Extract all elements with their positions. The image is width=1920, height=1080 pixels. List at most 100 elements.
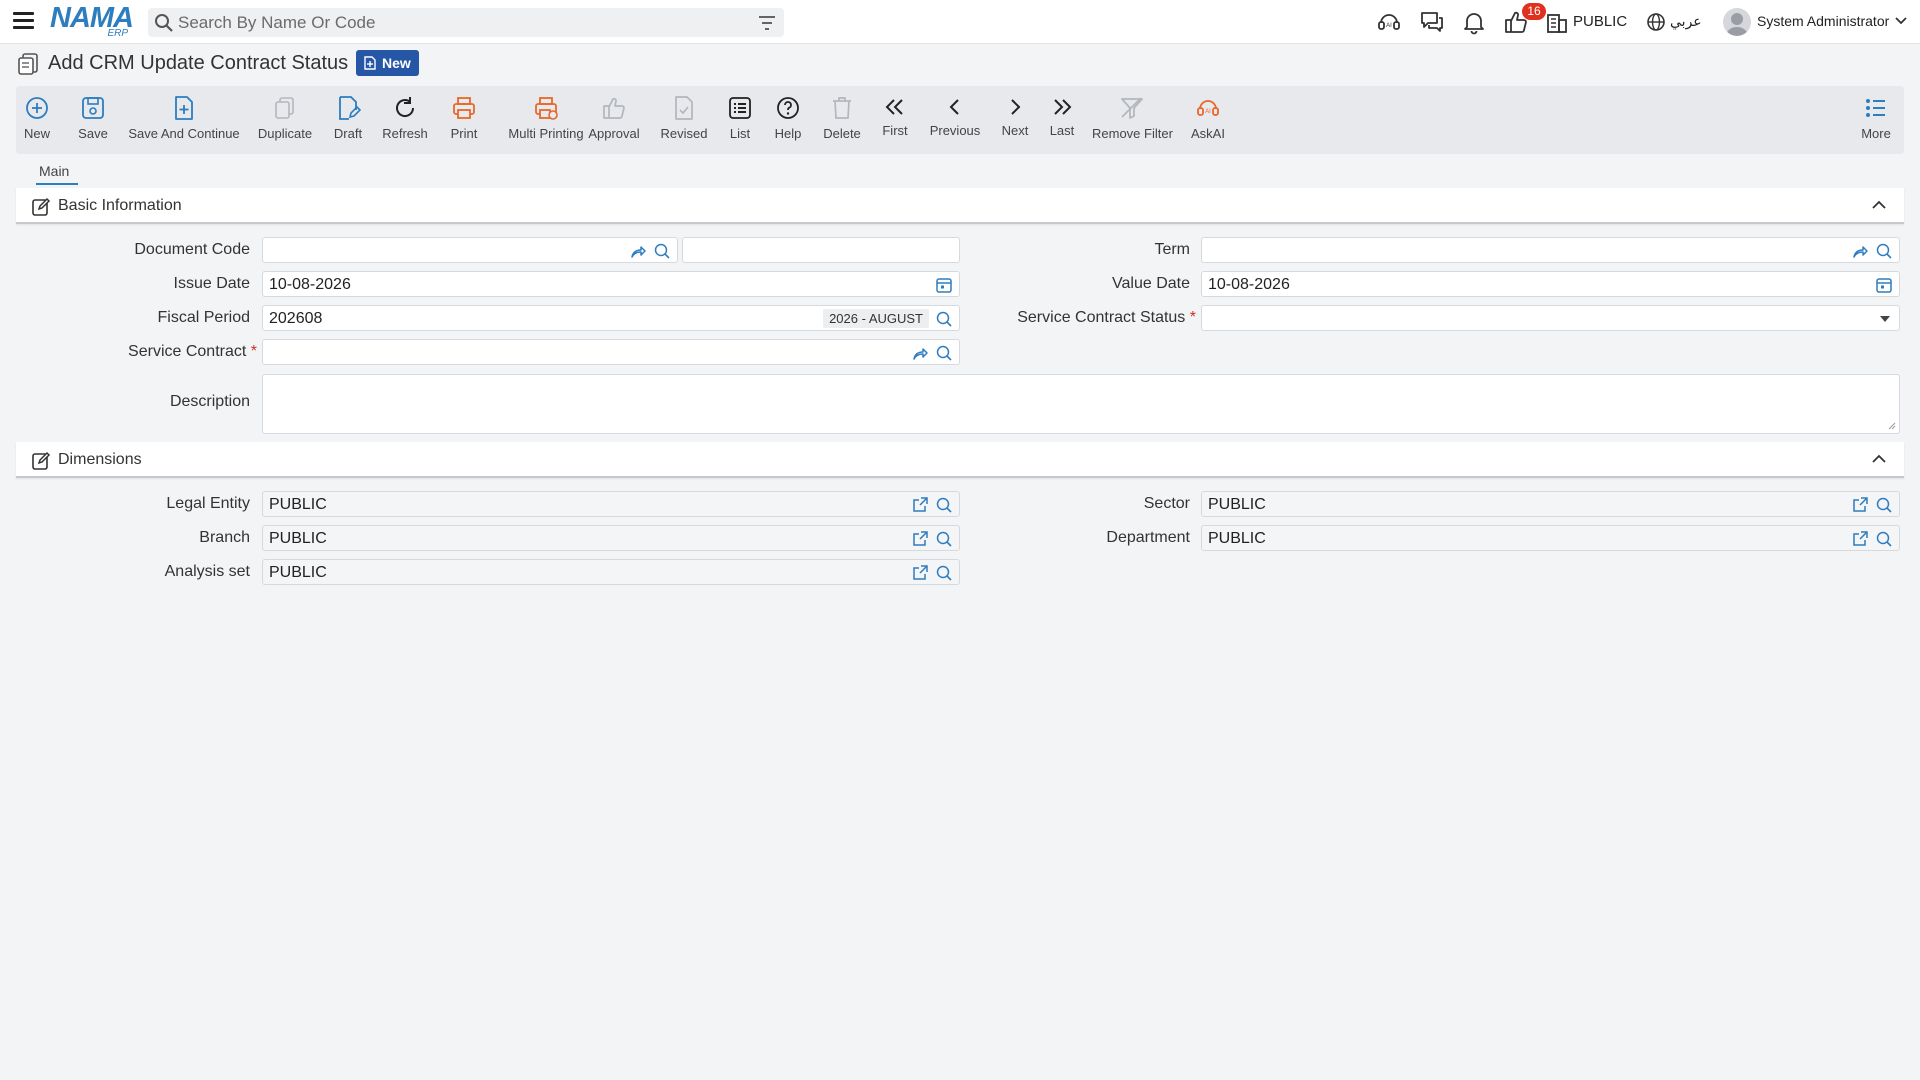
analysis-set-field[interactable]: PUBLIC	[262, 559, 960, 585]
lookup-search-icon[interactable]	[1875, 530, 1893, 548]
help-label: Help	[774, 126, 802, 141]
refresh-button[interactable]: Refresh	[380, 86, 430, 154]
issue-date-value: 10-08-2026	[269, 276, 351, 293]
service-contract-field[interactable]	[262, 339, 960, 365]
ai-assistant-icon[interactable]: AI	[1376, 9, 1402, 35]
status-badge: New	[356, 50, 419, 76]
external-link-icon[interactable]	[911, 496, 929, 514]
issue-date-field[interactable]: 10-08-2026	[262, 271, 960, 297]
revised-button[interactable]: Revised	[658, 86, 710, 154]
service-contract-status-select[interactable]	[1201, 305, 1900, 331]
issue-date-label: Issue Date	[173, 275, 250, 292]
legal-entity-field[interactable]: PUBLIC	[262, 491, 960, 517]
branch-field[interactable]: PUBLIC	[262, 525, 960, 551]
chevron-up-icon[interactable]	[1872, 454, 1886, 464]
lookup-search-icon[interactable]	[935, 496, 953, 514]
document-code-label: Document Code	[134, 241, 250, 258]
delete-button[interactable]: Delete	[820, 86, 864, 154]
more-button[interactable]: More	[1858, 86, 1894, 154]
analysis-set-value: PUBLIC	[269, 564, 327, 581]
save-button[interactable]: Save	[76, 86, 110, 154]
previous-button[interactable]: Previous	[926, 86, 984, 154]
hamburger-menu-icon[interactable]	[13, 12, 34, 30]
chevron-up-icon[interactable]	[1872, 200, 1886, 210]
service-contract-status-label-text: Service Contract Status	[1017, 309, 1186, 326]
share-arrow-icon[interactable]	[911, 344, 929, 362]
lookup-search-icon[interactable]	[935, 310, 953, 328]
tab-main[interactable]: Main	[39, 163, 69, 179]
description-textarea[interactable]	[262, 374, 1900, 434]
first-button[interactable]: First	[878, 86, 912, 154]
sector-label: Sector	[1143, 495, 1190, 512]
next-button[interactable]: Next	[998, 86, 1032, 154]
service-contract-status-label: Service Contract Status *	[960, 309, 1196, 327]
new-button[interactable]: New	[22, 86, 52, 154]
chevron-left-icon	[949, 99, 959, 115]
print-button[interactable]: Print	[446, 86, 482, 154]
help-button[interactable]: Help	[772, 86, 804, 154]
term-field[interactable]	[1201, 237, 1900, 263]
share-arrow-icon[interactable]	[1851, 242, 1869, 260]
document-edit-icon	[18, 53, 38, 75]
globe-icon[interactable]	[1646, 9, 1666, 35]
multi-printing-button[interactable]: Multi Printing	[494, 86, 598, 154]
askai-button[interactable]: AI AskAI	[1188, 86, 1228, 154]
page-title: Add CRM Update Contract Status	[48, 52, 349, 74]
building-icon[interactable]	[1546, 9, 1568, 35]
remove-filter-button[interactable]: Remove Filter	[1092, 86, 1173, 154]
lookup-search-icon[interactable]	[653, 242, 671, 260]
nama-erp-logo[interactable]: NAMA ERP	[50, 4, 134, 40]
external-link-icon[interactable]	[1851, 496, 1869, 514]
company-selector[interactable]: PUBLIC	[1573, 13, 1627, 30]
document-code-field[interactable]	[262, 237, 678, 263]
last-button[interactable]: Last	[1046, 86, 1078, 154]
basic-information-header[interactable]: Basic Information	[16, 188, 1904, 224]
department-label: Department	[1106, 529, 1190, 546]
branch-value: PUBLIC	[269, 530, 327, 547]
external-link-icon[interactable]	[911, 530, 929, 548]
duplicate-button[interactable]: Duplicate	[256, 86, 314, 154]
department-field[interactable]: PUBLIC	[1201, 525, 1900, 551]
lookup-search-icon[interactable]	[1875, 496, 1893, 514]
lookup-search-icon[interactable]	[1875, 242, 1893, 260]
add-document-icon	[175, 96, 193, 120]
search-icon	[155, 14, 173, 32]
calendar-icon[interactable]	[1875, 276, 1893, 294]
lookup-search-icon[interactable]	[935, 344, 953, 362]
more-label: More	[1861, 126, 1891, 141]
fiscal-period-field[interactable]: 202608 2026 - AUGUST	[262, 305, 960, 331]
notification-count-badge: 16	[1522, 3, 1546, 20]
external-link-icon[interactable]	[911, 564, 929, 582]
chevron-down-icon[interactable]	[1895, 17, 1907, 25]
duplicate-label: Duplicate	[257, 126, 313, 141]
edit-icon	[32, 451, 51, 470]
service-contract-label-text: Service Contract	[128, 343, 247, 360]
approval-button[interactable]: Approval	[584, 86, 644, 154]
lookup-search-icon[interactable]	[935, 564, 953, 582]
search-input[interactable]	[178, 8, 738, 37]
share-arrow-icon[interactable]	[629, 242, 647, 260]
user-menu[interactable]: System Administrator	[1757, 13, 1889, 29]
dropdown-caret-icon[interactable]	[1880, 316, 1890, 322]
save-and-continue-button[interactable]: Save And Continue	[128, 86, 240, 154]
filter-icon[interactable]	[758, 15, 776, 31]
sector-field[interactable]: PUBLIC	[1201, 491, 1900, 517]
bell-icon[interactable]	[1461, 9, 1487, 35]
draft-button[interactable]: Draft	[330, 86, 366, 154]
dimensions-header[interactable]: Dimensions	[16, 442, 1904, 478]
resize-handle-icon[interactable]	[1888, 422, 1896, 430]
revised-label: Revised	[660, 126, 708, 141]
list-button[interactable]: List	[726, 86, 754, 154]
chat-icon[interactable]	[1419, 9, 1445, 35]
value-date-field[interactable]: 10-08-2026	[1201, 271, 1900, 297]
save-label: Save	[78, 126, 108, 141]
calendar-icon[interactable]	[935, 276, 953, 294]
language-switch[interactable]: عربي	[1670, 13, 1702, 30]
avatar[interactable]	[1723, 8, 1751, 36]
duplicate-icon	[275, 97, 294, 119]
lookup-search-icon[interactable]	[935, 530, 953, 548]
document-code-secondary-field[interactable]	[682, 237, 960, 263]
plus-circle-icon	[26, 97, 48, 119]
external-link-icon[interactable]	[1851, 530, 1869, 548]
description-label: Description	[169, 393, 250, 410]
